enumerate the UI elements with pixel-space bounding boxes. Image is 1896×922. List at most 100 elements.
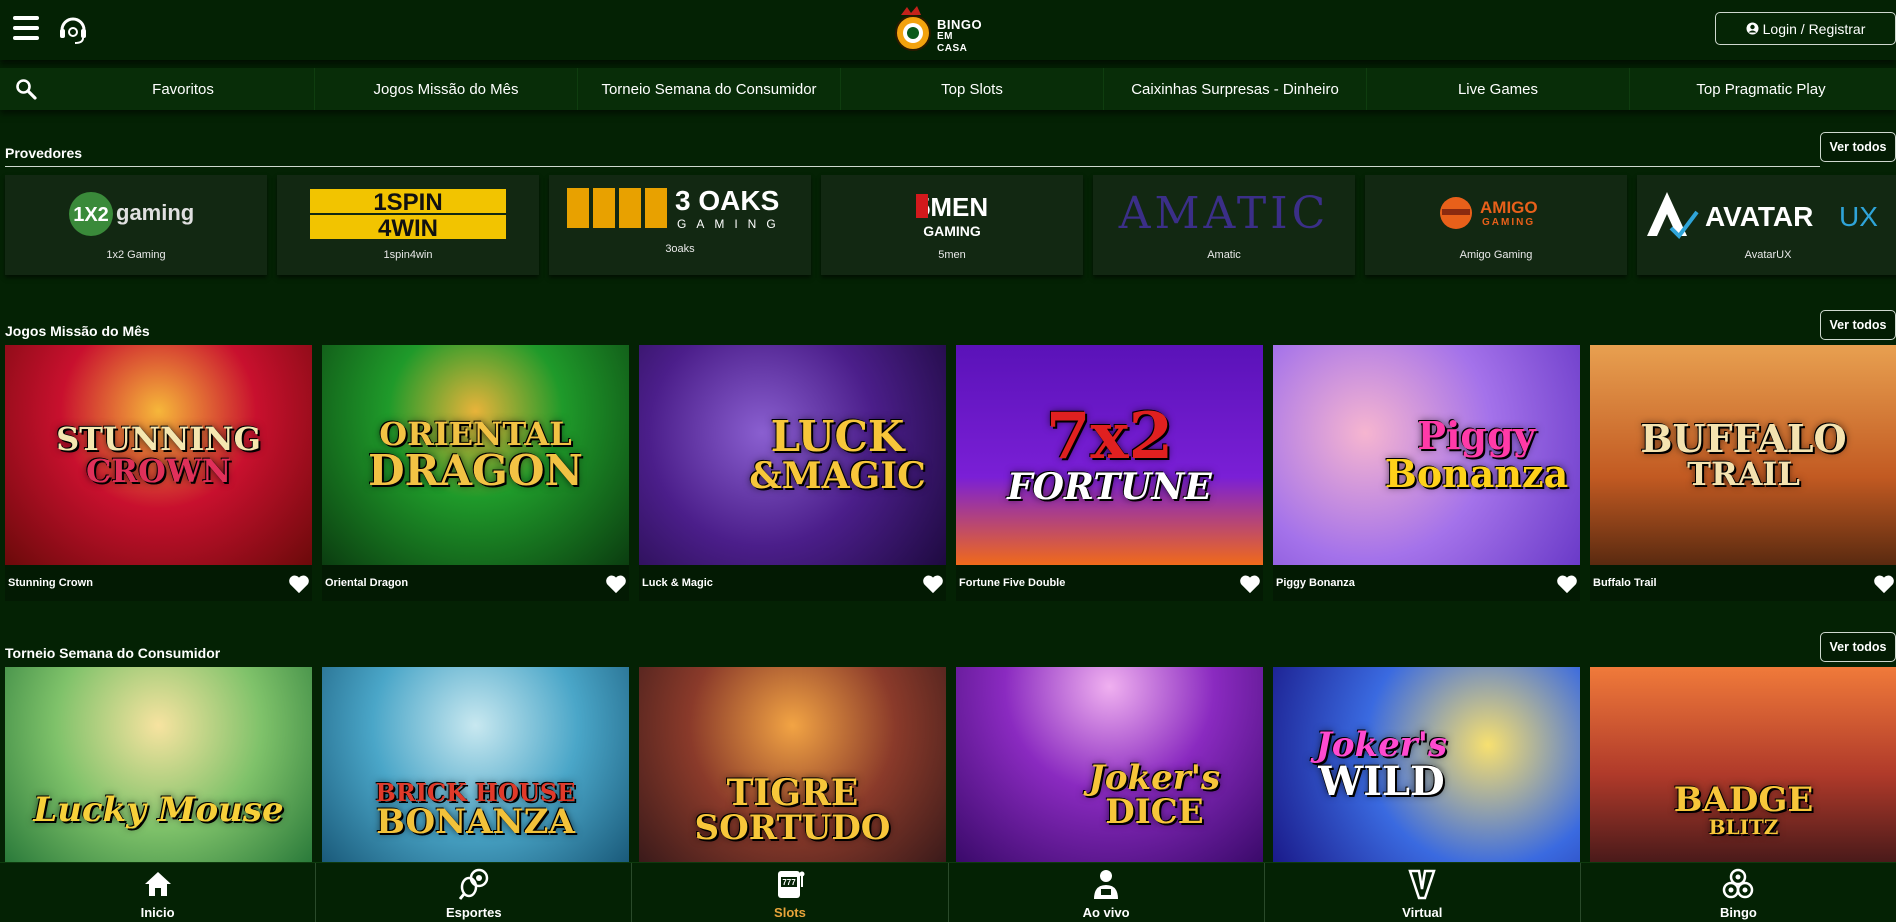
provider-name: AvatarUX: [1744, 249, 1792, 261]
game-card[interactable]: BADGE BLITZ: [1590, 667, 1896, 862]
svg-text:gaming: gaming: [116, 200, 194, 225]
category-jogos-missao[interactable]: Jogos Missão do Mês: [314, 68, 577, 110]
game-thumbnail[interactable]: BUFFALO TRAIL: [1590, 345, 1896, 565]
game-card[interactable]: 7x2 FORTUNE Fortune Five Double: [956, 345, 1263, 601]
provider-name: Amatic: [1207, 249, 1241, 261]
svg-text:AVATAR: AVATAR: [1705, 201, 1813, 232]
provider-name: Amigo Gaming: [1459, 249, 1533, 261]
game-card[interactable]: BUFFALO TRAIL Buffalo Trail: [1590, 345, 1896, 601]
game-thumbnail[interactable]: LUCK &MAGIC: [639, 345, 946, 565]
heart-favorite-icon[interactable]: [288, 574, 310, 594]
svg-text:777: 777: [782, 878, 796, 887]
game-card[interactable]: Piggy Bonanza Piggy Bonanza: [1273, 345, 1580, 601]
game-thumbnail[interactable]: STUNNING CROWN: [5, 345, 312, 565]
category-favoritos[interactable]: Favoritos: [52, 68, 314, 110]
bottom-nav-virtual[interactable]: Virtual: [1263, 863, 1580, 922]
bottom-nav-label: Bingo: [1720, 905, 1757, 920]
game-thumbnail[interactable]: TIGRE SORTUDO: [639, 667, 946, 862]
category-top-pragmatic[interactable]: Top Pragmatic Play: [1629, 68, 1892, 110]
top-header: BINGO EM CASA Login / Registrar: [0, 0, 1896, 60]
bingo-em-casa-logo[interactable]: BINGO EM CASA: [893, 5, 983, 54]
svg-text:UX: UX: [1839, 201, 1878, 232]
game-meta: Oriental Dragon: [322, 565, 629, 601]
see-all-button[interactable]: Ver todos: [1820, 632, 1896, 662]
user-circle-icon: [1746, 22, 1759, 35]
provider-card[interactable]: AMATIC Amatic: [1093, 175, 1355, 275]
login-register-button[interactable]: Login / Registrar: [1715, 12, 1896, 45]
game-title-art: LUCK &MAGIC: [749, 412, 926, 497]
bottom-nav-slots[interactable]: 777 Slots: [631, 863, 947, 922]
bottom-nav-bingo[interactable]: Bingo: [1579, 863, 1896, 922]
game-title-art: Joker's WILD: [1315, 724, 1448, 805]
provider-card[interactable]: 1SPIN 4WIN 1spin4win: [277, 175, 539, 275]
category-live-games[interactable]: Live Games: [1366, 68, 1629, 110]
provider-logo: AVATAR UX: [1637, 183, 1896, 245]
mission-games-row: STUNNING CROWN Stunning Crown ORIENTAL D…: [5, 345, 1896, 601]
game-thumbnail[interactable]: 7x2 FORTUNE: [956, 345, 1263, 565]
provider-logo: 1X2 gaming: [5, 183, 267, 245]
game-name: Stunning Crown: [8, 577, 93, 589]
provider-card[interactable]: AMIGO GAMING Amigo Gaming: [1365, 175, 1627, 275]
section-title: Torneio Semana do Consumidor: [5, 645, 221, 661]
svg-text:GAMING: GAMING: [1482, 217, 1535, 228]
bottom-nav-label: Virtual: [1402, 905, 1443, 920]
svg-text:4WIN: 4WIN: [378, 215, 438, 241]
game-thumbnail[interactable]: Joker's DICE: [956, 667, 1263, 862]
search-icon[interactable]: [0, 68, 52, 110]
see-all-button[interactable]: Ver todos: [1820, 310, 1896, 340]
slot-machine-icon: 777: [777, 871, 805, 898]
sports-balls-icon: [458, 868, 488, 900]
category-torneio[interactable]: Torneio Semana do Consumidor: [577, 68, 840, 110]
game-card[interactable]: Lucky Mouse: [5, 667, 312, 862]
game-thumbnail[interactable]: Joker's WILD: [1273, 667, 1580, 862]
svg-text:GAMING: GAMING: [923, 223, 981, 239]
bottom-nav-label: Ao vivo: [1082, 905, 1130, 920]
heart-favorite-icon[interactable]: [1873, 574, 1895, 594]
bottom-nav-ao-vivo[interactable]: Ao vivo: [947, 863, 1264, 922]
providers-header: Provedores Ver todos: [5, 130, 1896, 170]
category-caixinhas[interactable]: Caixinhas Surpresas - Dinheiro: [1103, 68, 1366, 110]
provider-card[interactable]: 3 OAKS GAMING 3oaks: [549, 175, 811, 275]
game-title-art: 7x2 FORTUNE: [1007, 399, 1212, 508]
headset-support-icon[interactable]: [55, 12, 91, 46]
bottom-nav-inicio[interactable]: Inicio: [0, 863, 315, 922]
game-thumbnail[interactable]: BADGE BLITZ: [1590, 667, 1896, 862]
see-all-button[interactable]: Ver todos: [1820, 132, 1896, 162]
game-title-art: TIGRE SORTUDO: [694, 771, 891, 848]
heart-favorite-icon[interactable]: [1239, 574, 1261, 594]
game-card[interactable]: LUCK &MAGIC Luck & Magic: [639, 345, 946, 601]
tournament-header: Torneio Semana do Consumidor Ver todos: [5, 630, 1896, 666]
game-card[interactable]: ORIENTAL DRAGON Oriental Dragon: [322, 345, 629, 601]
provider-card[interactable]: AVATAR UX AvatarUX: [1637, 175, 1896, 275]
game-title-art: BRICK HOUSE BONANZA: [375, 777, 576, 842]
bottom-nav-label: Esportes: [445, 905, 502, 920]
heart-favorite-icon[interactable]: [922, 574, 944, 594]
provider-card[interactable]: 1X2 gaming 1x2 Gaming: [5, 175, 267, 275]
heart-favorite-icon[interactable]: [605, 574, 627, 594]
section-title: Jogos Missão do Mês: [5, 323, 150, 339]
provider-name: 1x2 Gaming: [106, 249, 166, 261]
bottom-nav-esportes[interactable]: Esportes: [315, 863, 631, 922]
game-thumbnail[interactable]: ORIENTAL DRAGON: [322, 345, 629, 565]
game-card[interactable]: Joker's WILD: [1273, 667, 1580, 862]
provider-card[interactable]: 5MEN GAMING 5men: [821, 175, 1083, 275]
game-thumbnail[interactable]: Lucky Mouse: [5, 667, 312, 862]
game-card[interactable]: BRICK HOUSE BONANZA: [322, 667, 629, 862]
game-thumbnail[interactable]: BRICK HOUSE BONANZA: [322, 667, 629, 862]
game-card[interactable]: TIGRE SORTUDO: [639, 667, 946, 862]
category-nav: Favoritos Jogos Missão do Mês Torneio Se…: [0, 68, 1896, 110]
game-thumbnail[interactable]: Piggy Bonanza: [1273, 345, 1580, 565]
provider-logo: AMATIC: [1093, 183, 1355, 245]
game-card[interactable]: Joker's DICE: [956, 667, 1263, 862]
bottom-nav-label: Slots: [774, 905, 806, 920]
heart-favorite-icon[interactable]: [1556, 574, 1578, 594]
game-meta: Luck & Magic: [639, 565, 946, 601]
category-top-slots[interactable]: Top Slots: [840, 68, 1103, 110]
svg-text:3 OAKS: 3 OAKS: [675, 185, 779, 216]
game-name: Oriental Dragon: [325, 577, 409, 589]
svg-text:AMIGO: AMIGO: [1480, 198, 1538, 217]
game-title-art: STUNNING CROWN: [56, 420, 261, 490]
svg-text:AMATIC: AMATIC: [1118, 188, 1330, 239]
game-card[interactable]: STUNNING CROWN Stunning Crown: [5, 345, 312, 601]
hamburger-menu-icon[interactable]: [10, 12, 42, 44]
